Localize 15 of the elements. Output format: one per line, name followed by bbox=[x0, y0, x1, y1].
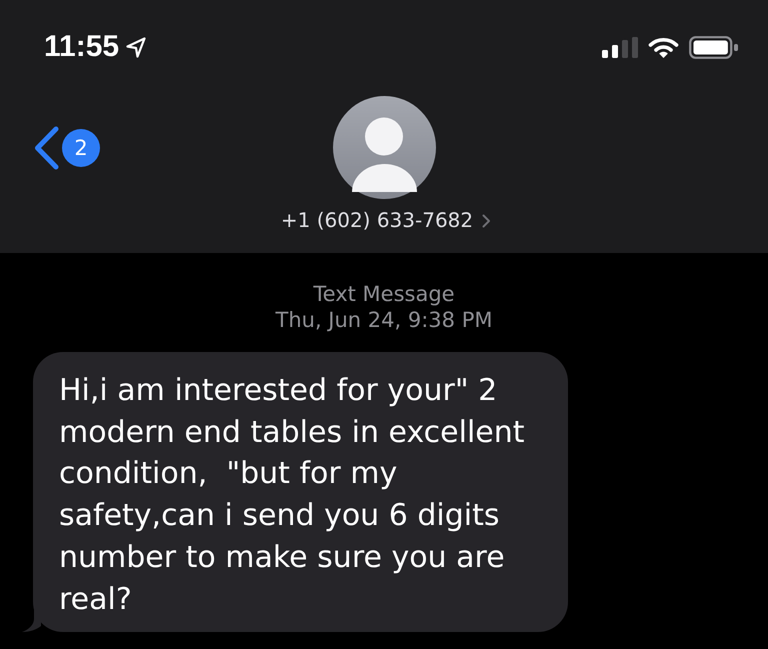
status-time: 11:55 bbox=[44, 30, 120, 64]
unread-count-badge: 2 bbox=[62, 128, 100, 166]
contact-number-button[interactable]: +1 (602) 633-7682 bbox=[276, 208, 492, 233]
signal-icon bbox=[602, 36, 638, 58]
location-arrow-icon bbox=[126, 36, 146, 58]
avatar-silhouette-icon[interactable] bbox=[332, 96, 436, 199]
battery-icon bbox=[689, 36, 739, 58]
back-button[interactable]: 2 bbox=[33, 126, 100, 170]
bubble-tail-icon bbox=[22, 609, 41, 632]
message-bubble: Hi,i am interested for your" 2 modern end tables in excellent condition, "but for my safety,can i send you 6 digits number to make sure you are real? bbox=[33, 352, 568, 632]
chevron-left-icon bbox=[33, 126, 60, 170]
chevron-right-icon bbox=[482, 214, 492, 228]
message-timestamp: Thu, Jun 24, 9:38 PM bbox=[276, 307, 492, 333]
wifi-icon bbox=[648, 36, 679, 58]
service-label: Text Message bbox=[313, 281, 455, 307]
